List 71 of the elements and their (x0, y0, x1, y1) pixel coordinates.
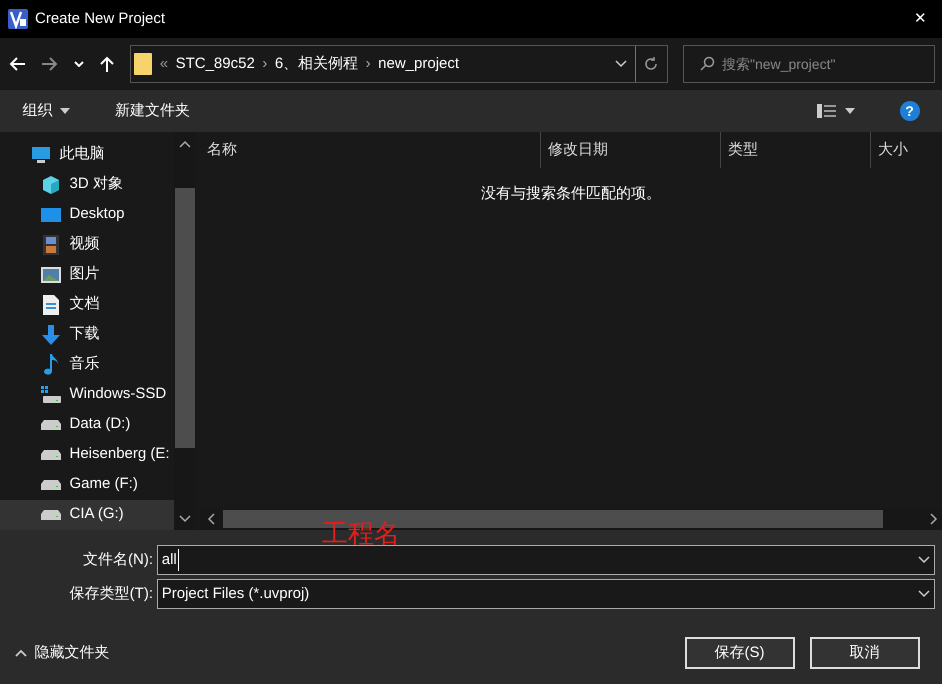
breadcrumb-separator[interactable]: › (366, 52, 371, 76)
drive-icon (41, 420, 61, 430)
address-bar[interactable]: « STC_89c52 › 6、相关例程 › new_project (130, 45, 668, 83)
sidebar-item[interactable]: CIA (G:) (0, 500, 174, 530)
desktop-icon (41, 206, 61, 222)
sidebar-item[interactable]: 图片 (0, 260, 174, 290)
refresh-icon[interactable] (643, 56, 659, 72)
app-logo-icon (8, 9, 28, 29)
film-icon (43, 234, 59, 254)
dropdown-chevron-icon[interactable] (918, 590, 930, 598)
search-icon (698, 56, 714, 72)
help-button[interactable]: ? (900, 101, 920, 121)
breadcrumb-separator[interactable]: › (262, 52, 268, 76)
windows-drive-icon (41, 386, 61, 404)
sidebar-item[interactable]: 文档 (0, 290, 174, 320)
scroll-up-icon[interactable] (178, 140, 191, 148)
breadcrumb[interactable]: new_project (378, 52, 460, 76)
search-field[interactable]: 搜索"new_project" (682, 45, 934, 83)
up-arrow-icon[interactable] (98, 55, 114, 73)
cancel-button[interactable]: 取消 (810, 637, 920, 669)
dropdown-chevron-icon[interactable] (615, 60, 627, 68)
column-header[interactable]: 类型 (720, 132, 870, 168)
document-icon (43, 294, 59, 314)
sidebar-item[interactable]: 此电脑 (0, 140, 174, 170)
column-header[interactable]: 大小 (870, 132, 942, 168)
sidebar-item[interactable]: Heisenberg (E: (0, 440, 174, 470)
image-icon (41, 266, 61, 282)
empty-message: 没有与搜索条件匹配的项。 (480, 184, 661, 204)
new-folder-button[interactable]: 新建文件夹 (115, 100, 190, 122)
window-title: Create New Project (35, 8, 166, 29)
sidebar-item[interactable]: Game (F:) (0, 470, 174, 500)
computer-icon (31, 146, 51, 164)
sidebar-item[interactable]: Desktop (0, 200, 174, 230)
breadcrumb[interactable]: 6、相关例程 (274, 52, 358, 76)
breadcrumb[interactable]: STC_89c52 (176, 52, 255, 76)
sidebar-item[interactable]: 3D 对象 (0, 170, 174, 200)
save-button[interactable]: 保存(S) (684, 637, 794, 669)
drive-icon (41, 480, 61, 490)
hide-folders-toggle[interactable]: 隐藏文件夹 (15, 642, 110, 664)
drive-icon (41, 450, 61, 460)
field-label: 保存类型(T): (68, 584, 153, 604)
sidebar-item[interactable]: Windows-SSD (0, 380, 174, 410)
view-options-icon[interactable] (817, 104, 837, 118)
back-arrow-icon[interactable] (8, 56, 26, 72)
filename-field[interactable]: all (157, 545, 934, 575)
sidebar-item[interactable]: 音乐 (0, 350, 174, 380)
file-type-dropdown[interactable]: Project Files (*.uvproj) (157, 578, 934, 609)
chevron-up-icon (15, 649, 27, 657)
sidebar-item[interactable]: 视频 (0, 230, 174, 260)
caret-icon (60, 108, 70, 114)
scroll-thumb[interactable] (174, 188, 195, 448)
caret-icon[interactable] (844, 108, 854, 114)
sidebar-item[interactable]: 下载 (0, 320, 174, 350)
scroll-right-icon[interactable] (930, 513, 938, 525)
organize-menu[interactable]: 组织 (22, 100, 70, 122)
folder-icon (134, 53, 152, 75)
forward-arrow-icon[interactable] (40, 56, 58, 72)
dropdown-caret-icon[interactable] (74, 61, 84, 67)
overflow-chevron[interactable]: « (160, 52, 168, 76)
field-label: 文件名(N): (82, 550, 153, 570)
scroll-left-icon[interactable] (207, 513, 216, 525)
scroll-down-icon[interactable] (178, 514, 191, 522)
dropdown-chevron-icon[interactable] (918, 556, 930, 564)
music-note-icon (43, 354, 59, 376)
sidebar-item[interactable]: Data (D:) (0, 410, 174, 440)
column-header[interactable]: 修改日期 (540, 132, 720, 168)
cube-icon (41, 174, 61, 194)
close-button[interactable]: ✕ (906, 8, 934, 30)
drive-icon (41, 510, 61, 520)
download-arrow-icon (41, 324, 61, 344)
column-header[interactable]: 名称 (200, 132, 540, 168)
